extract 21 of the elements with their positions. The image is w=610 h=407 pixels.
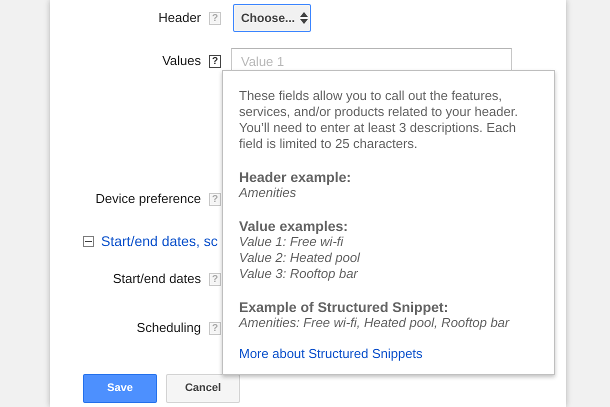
tooltip-heading: Value examples: — [239, 218, 349, 234]
field-label: Values — [161, 52, 201, 70]
example-text: Value 2: Heated pool — [239, 250, 362, 266]
example-text: Value 1: Free wi-fi — [239, 234, 344, 250]
sort-arrows-icon — [300, 12, 308, 24]
help-link[interactable]: More about Structured Snippets — [239, 346, 423, 362]
field-label: Scheduling — [136, 319, 201, 338]
header-select[interactable]: Choose... — [233, 4, 311, 32]
example-text: Amenities — [239, 185, 298, 201]
cancel-button[interactable]: Cancel — [166, 374, 240, 403]
field-label: Start/end dates — [112, 270, 201, 288]
tooltip-heading: Header example: — [239, 169, 352, 185]
collapse-icon[interactable] — [83, 236, 94, 246]
field-label: Header — [157, 9, 201, 28]
tooltip-heading: Example of Structured Snippet: — [239, 299, 450, 315]
example-text: Value 3: Rooftop bar — [239, 266, 359, 282]
section-link[interactable]: Start/end dates, sc — [101, 230, 218, 252]
tooltip-text: These fields allow you to call out the features, services, and/or products related to your header. You’ll need to enter at least 3 descriptions. Each field is limited to 25 characters. — [239, 88, 519, 152]
example-text: Amenities: Free wi-fi, Heated pool, Rooftop bar — [239, 315, 510, 331]
field-label: Device preference — [94, 190, 201, 208]
help-icon[interactable]: ? — [209, 54, 221, 68]
